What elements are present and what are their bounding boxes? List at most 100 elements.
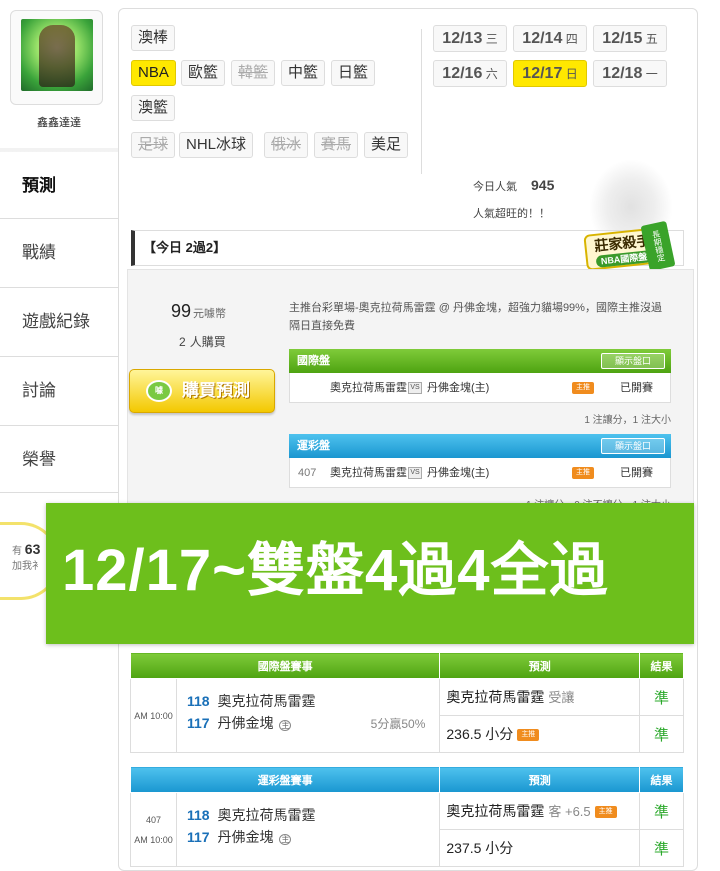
date-weekday: 四 — [565, 32, 578, 46]
home-mark: 主 — [279, 834, 292, 845]
vs-icon: VS — [408, 467, 422, 479]
col-event: 運彩盤賽事 — [129, 766, 441, 793]
nav-item-discussion[interactable]: 討論 — [0, 356, 118, 424]
main-pick-tag: 主推 — [594, 806, 617, 819]
date-md: 12/18 — [602, 65, 643, 82]
pick-cell: 奧克拉荷馬雷霆 受讓 — [439, 678, 641, 716]
category-nhl[interactable]: NHL冰球 — [179, 132, 254, 158]
match-status: 已開賽 — [620, 382, 653, 394]
col-result: 結果 — [639, 652, 684, 679]
popularity: 今日人氣 945 — [473, 177, 554, 194]
date-md: 12/14 — [522, 30, 563, 47]
pick-cell: 237.5 小分 — [439, 829, 641, 867]
table-row: 407 AM 10:00 118 奧克拉荷馬雷霆 117 丹佛金塊 主 奧克拉荷馬雷霆… — [130, 792, 684, 867]
home-mark: 主 — [279, 720, 292, 731]
buyers-count: 2 — [179, 335, 186, 349]
teams-cell: 118 奧克拉荷馬雷霆 117 丹佛金塊 主 5分贏50% — [175, 678, 441, 753]
lottery-match-row: 407 奧克拉荷馬雷霆 VS 丹佛金塊(主) 主推 已開賽 — [289, 458, 671, 488]
away-no: 118 — [186, 693, 210, 709]
category-nba[interactable]: NBA — [131, 60, 176, 86]
divider — [421, 29, 422, 174]
spread: 5分贏50% — [370, 717, 426, 731]
match-status: 已開賽 — [620, 467, 653, 479]
show-odds-button[interactable]: 顯示盤口 — [601, 353, 665, 369]
buy-button-label: 購買預測 — [182, 381, 250, 400]
teams-cell: 118 奧克拉荷馬雷霆 117 丹佛金塊 主 — [175, 792, 441, 867]
nav-item-record[interactable]: 戰績 — [0, 218, 118, 286]
col-prediction: 預測 — [439, 766, 641, 793]
result-cell: 準 — [639, 715, 684, 753]
category-russia-hockey: 俄冰 — [264, 132, 309, 158]
result-cell: 準 — [639, 829, 684, 867]
pick-total: 237.5 小分 — [446, 840, 514, 856]
category-us-football[interactable]: 美足 — [364, 132, 409, 158]
lottery-results-table: 運彩盤賽事 預測 結果 407 AM 10:00 118 奧克拉荷馬雷霆 117 丹佛… — [129, 766, 684, 867]
date-md: 12/15 — [602, 30, 643, 47]
nav-item-game-log[interactable]: 遊戲紀錄 — [0, 287, 118, 355]
vs-icon: VS — [408, 382, 422, 394]
buy-prediction-button[interactable]: 噱 購買預測 — [129, 369, 275, 413]
col-prediction: 預測 — [439, 652, 641, 679]
date-md: 12/13 — [442, 30, 483, 47]
show-odds-button[interactable]: 顯示盤口 — [601, 438, 665, 454]
main-pick-tag: 主推 — [517, 729, 540, 742]
price-unit: 元噱幣 — [193, 308, 227, 320]
nav-item-honor[interactable]: 榮譽 — [0, 425, 118, 493]
popularity-tagline: 人氣超旺的！！ — [473, 208, 550, 220]
game-time-cell: 407 AM 10:00 — [130, 792, 177, 867]
intl-results-table: 國際盤賽事 預測 結果 AM 10:00 118 奧克拉荷馬雷霆 117 丹佛金塊 … — [129, 652, 684, 753]
away-name: 奧克拉荷馬雷霆 — [217, 693, 316, 709]
away-team: 118 奧克拉荷馬雷霆 — [187, 805, 316, 825]
price: 99 元噱幣 — [171, 301, 226, 322]
main-pick-tag: 主推 — [572, 382, 594, 394]
table-header: 國際盤賽事 預測 結果 — [129, 652, 684, 679]
avatar[interactable] — [10, 10, 103, 105]
table-row: AM 10:00 118 奧克拉荷馬雷霆 117 丹佛金塊 主 5分贏50% 奧克拉… — [130, 678, 684, 753]
game-time: AM 10:00 — [130, 678, 177, 753]
fan-count: 63 — [24, 541, 41, 557]
away-name: 奧克拉荷馬雷霆 — [217, 807, 316, 823]
game-code: 407 — [145, 814, 161, 825]
intl-note: 1 注讓分，1 注大小 — [584, 415, 671, 426]
table-header: 運彩盤賽事 預測 結果 — [129, 766, 684, 793]
badge: 莊家殺手 NBA國際盤 長期穩定 — [583, 220, 676, 275]
category-euro-basketball[interactable]: 歐籃 — [181, 60, 226, 86]
pick-sub: 客 +6.5 — [548, 804, 591, 819]
intl-panel-header: 國際盤 顯示盤口 — [289, 349, 671, 373]
game-code: 407 — [298, 467, 317, 479]
date-weekday: 五 — [645, 32, 658, 46]
date-tab-1215[interactable]: 12/15 五 — [593, 25, 667, 52]
date-weekday: 三 — [485, 32, 498, 46]
col-event: 國際盤賽事 — [129, 652, 441, 679]
popularity-label: 今日人氣 — [473, 181, 517, 193]
date-tab-1216[interactable]: 12/16 六 — [433, 60, 507, 87]
nav-item-predict[interactable]: 預測 — [0, 152, 118, 220]
category-horse-racing: 賽馬 — [314, 132, 359, 158]
date-tab-1217[interactable]: 12/17 日 — [513, 60, 587, 87]
home-name: 丹佛金塊 — [217, 715, 274, 731]
away-team: 118 奧克拉荷馬雷霆 — [187, 691, 316, 711]
banner-text: 12/17~雙盤4過4全過 — [62, 538, 609, 603]
home-no: 117 — [186, 829, 210, 845]
sidebar: 鑫鑫達達 預測 戰績 遊戲紀錄 討論 榮譽 有 63 加我衤 — [0, 0, 118, 871]
home-team: 117 丹佛金塊 主 — [187, 713, 292, 733]
home-team: 丹佛金塊(主) — [427, 382, 490, 394]
category-china-basketball[interactable]: 中籃 — [281, 60, 326, 86]
away-team: 奧克拉荷馬雷霆 — [330, 382, 407, 394]
result-banner: 12/17~雙盤4過4全過 — [46, 503, 694, 644]
category-aus-basketball[interactable]: 澳籃 — [131, 95, 176, 121]
category-japan-basketball[interactable]: 日籃 — [331, 60, 376, 86]
pick-total: 236.5 小分 — [446, 726, 514, 742]
pick-cell: 236.5 小分 主推 — [439, 715, 641, 753]
lottery-panel-header: 運彩盤 顯示盤口 — [289, 434, 671, 458]
date-tab-1213[interactable]: 12/13 三 — [433, 25, 507, 52]
date-weekday: 日 — [565, 67, 578, 81]
buyers: 2 人購買 — [179, 333, 226, 350]
price-value: 99 — [171, 301, 192, 321]
lottery-panel: 運彩盤 顯示盤口 407 奧克拉荷馬雷霆 VS 丹佛金塊(主) 主推 已開賽 — [289, 434, 671, 488]
home-team: 丹佛金塊(主) — [427, 467, 490, 479]
date-tab-1214[interactable]: 12/14 四 — [513, 25, 587, 52]
category-aus-baseball[interactable]: 澳棒 — [131, 25, 176, 51]
date-tab-1218[interactable]: 12/18 一 — [593, 60, 667, 87]
away-team: 奧克拉荷馬雷霆 — [330, 467, 407, 479]
